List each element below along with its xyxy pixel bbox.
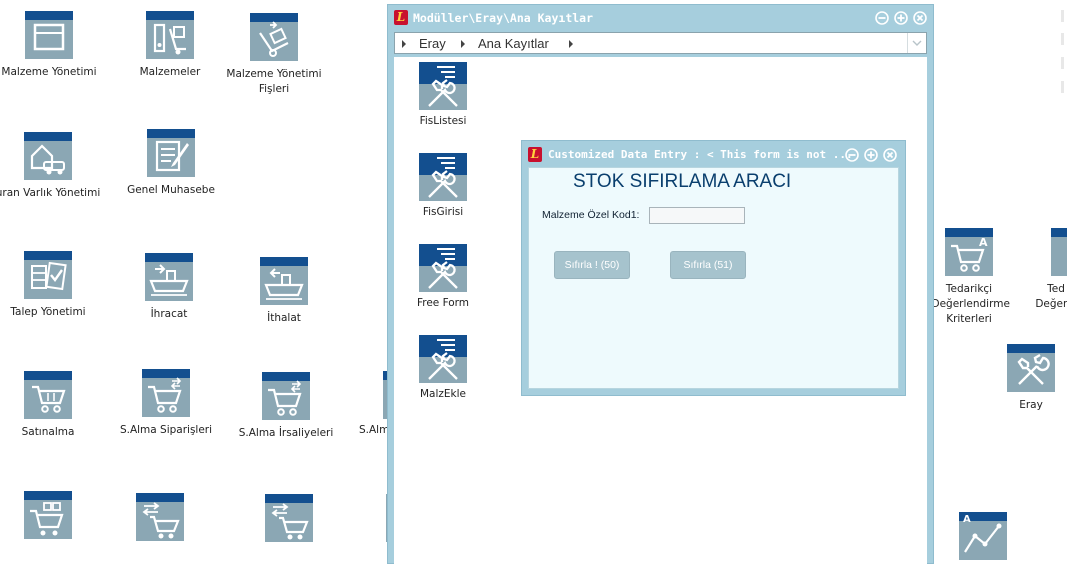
module-item-label: FisGirisi	[422, 206, 464, 218]
checklist-icon	[24, 251, 72, 299]
ledger-pen-icon	[147, 129, 195, 177]
desktop-icon-trend-chart[interactable]: A	[918, 512, 1048, 566]
form-body: STOK SIFIRLAMA ARACI Malzeme Özel Kod1: …	[528, 167, 899, 389]
modules-window-titlebar[interactable]: L Modüller\Eray\Ana Kayıtlar	[388, 5, 933, 31]
ship-import-icon	[260, 257, 308, 305]
cart-exchange-icon	[142, 369, 190, 417]
module-item-fislistesi[interactable]: FisListesi	[403, 62, 483, 127]
cart-swap-icon	[265, 494, 313, 542]
maximize-icon[interactable]	[864, 147, 878, 162]
desktop-icon-label: İthalat	[267, 312, 301, 324]
desktop-icon-label: S.Alm	[359, 424, 390, 436]
desktop-icon-salma-siparisleri[interactable]: S.Alma Siparişleri	[101, 369, 231, 438]
module-item-label: MalzEkle	[419, 388, 466, 400]
sifirla-50-button[interactable]: Sıfırla ! (50)	[554, 251, 630, 279]
desktop-icon-genel-muhasebe[interactable]: Genel Muhasebe	[106, 129, 236, 198]
module-item-malzekle[interactable]: MalzEkle	[403, 335, 483, 400]
close-icon[interactable]	[913, 10, 927, 25]
minimize-icon[interactable]	[845, 147, 859, 162]
breadcrumb-item-eray[interactable]: Eray	[419, 36, 446, 51]
logo-icon: L	[528, 147, 542, 162]
desktop-icon-label: S.Alma Siparişleri	[119, 424, 213, 436]
chevron-right-icon	[461, 40, 465, 48]
wrench-screwdriver-icon	[1007, 344, 1055, 392]
desktop-icon-satinalma[interactable]: Satınalma	[0, 371, 113, 440]
desktop-icon-label: Genel Muhasebe	[127, 184, 215, 196]
house-car-icon	[24, 132, 72, 180]
desktop-icon-ihracat[interactable]: İhracat	[104, 253, 234, 322]
trend-chart-icon: A	[959, 512, 1007, 560]
customized-data-entry-window[interactable]: L Customized Data Entry : < This form is…	[521, 140, 906, 396]
sifirla-51-button[interactable]: Sıfırla (51)	[670, 251, 746, 279]
module-item-free-form[interactable]: Free Form	[403, 244, 483, 309]
desktop-icon-label: Ted Değerle	[1035, 283, 1067, 310]
close-icon[interactable]	[883, 147, 897, 162]
scroll-mark	[1061, 10, 1064, 22]
svg-text:A: A	[979, 236, 988, 249]
desktop-icon-cart-swap-1[interactable]	[95, 493, 225, 547]
chevron-down-icon	[912, 40, 922, 46]
desktop-icon-duran-varlik-yonetimi[interactable]: uran Varlık Yönetimi	[0, 132, 113, 201]
logo-icon: L	[394, 10, 408, 25]
chevron-right-icon	[402, 40, 406, 48]
module-item-fisgirisi[interactable]: FisGirisi	[403, 153, 483, 218]
wrench-screwdriver-icon	[419, 62, 467, 110]
svg-text:A: A	[963, 514, 971, 525]
form-heading: STOK SIFIRLAMA ARACI	[573, 171, 792, 192]
desktop-icon-salma-irsaliyeleri[interactable]: S.Alma İrsaliyeleri	[221, 372, 351, 441]
partial-icon-header	[1051, 228, 1067, 237]
cart-swap-icon	[136, 493, 184, 541]
scroll-mark	[1061, 33, 1064, 45]
desktop-icon-label: İhracat	[150, 308, 188, 320]
cart-letter-icon: A	[945, 228, 993, 276]
shopping-cart-icon	[24, 371, 72, 419]
breadcrumb[interactable]: Eray Ana Kayıtlar	[394, 32, 927, 54]
desktop-icon-eray[interactable]: Eray	[966, 344, 1067, 413]
desktop-icon-label: Satınalma	[21, 426, 75, 438]
desktop-icon-ithalat[interactable]: İthalat	[219, 257, 349, 326]
cart-boxes-icon	[24, 491, 72, 539]
scroll-mark	[1061, 57, 1064, 69]
maximize-icon[interactable]	[894, 10, 908, 25]
ship-export-icon	[145, 253, 193, 301]
form-window-title: Customized Data Entry : < This form is n…	[548, 148, 853, 161]
scroll-mark	[1061, 81, 1064, 93]
window-panel-icon	[25, 11, 73, 59]
breadcrumb-item-ana-kayitlar[interactable]: Ana Kayıtlar	[478, 36, 549, 51]
chevron-right-icon	[569, 40, 573, 48]
desktop-icon-label: uran Varlık Yönetimi	[0, 187, 101, 199]
wrench-screwdriver-icon	[419, 335, 467, 383]
module-item-label: Free Form	[416, 297, 470, 309]
desktop-icon-label: Malzeme Yönetimi	[1, 66, 97, 78]
module-item-label: FisListesi	[419, 115, 467, 127]
desktop-icon-cart-swap-2[interactable]	[224, 494, 354, 548]
desktop-icon-malzeme-yonetimi-fisleri[interactable]: Malzeme Yönetimi Fişleri	[209, 13, 339, 97]
desktop-icon-label: Tedarikçi Değerlendirme Kriterleri	[931, 283, 1010, 325]
binder-cart-icon	[146, 11, 194, 59]
desktop-icon-label: Eray	[1019, 399, 1043, 411]
desktop-icon-label: S.Alma İrsaliyeleri	[238, 427, 334, 439]
malzeme-ozel-kod-input[interactable]	[649, 207, 745, 224]
desktop-icon-talep-yonetimi[interactable]: Talep Yönetimi	[0, 251, 113, 320]
cart-exchange-icon	[262, 372, 310, 420]
hand-truck-icon	[250, 13, 298, 61]
desktop-icon-malzeme-yonetimi[interactable]: Malzeme Yönetimi	[0, 11, 114, 80]
wrench-screwdriver-icon	[419, 153, 467, 201]
minimize-icon[interactable]	[875, 10, 889, 25]
desktop-icon-label: Talep Yönetimi	[10, 306, 86, 318]
wrench-screwdriver-icon	[419, 244, 467, 292]
malzeme-ozel-kod-label: Malzeme Özel Kod1:	[542, 209, 640, 221]
breadcrumb-dropdown-button[interactable]	[907, 33, 926, 53]
desktop-icon-label: Malzeme Yönetimi Fişleri	[226, 68, 322, 95]
modules-window-title: Modüller\Eray\Ana Kayıtlar	[413, 11, 594, 25]
